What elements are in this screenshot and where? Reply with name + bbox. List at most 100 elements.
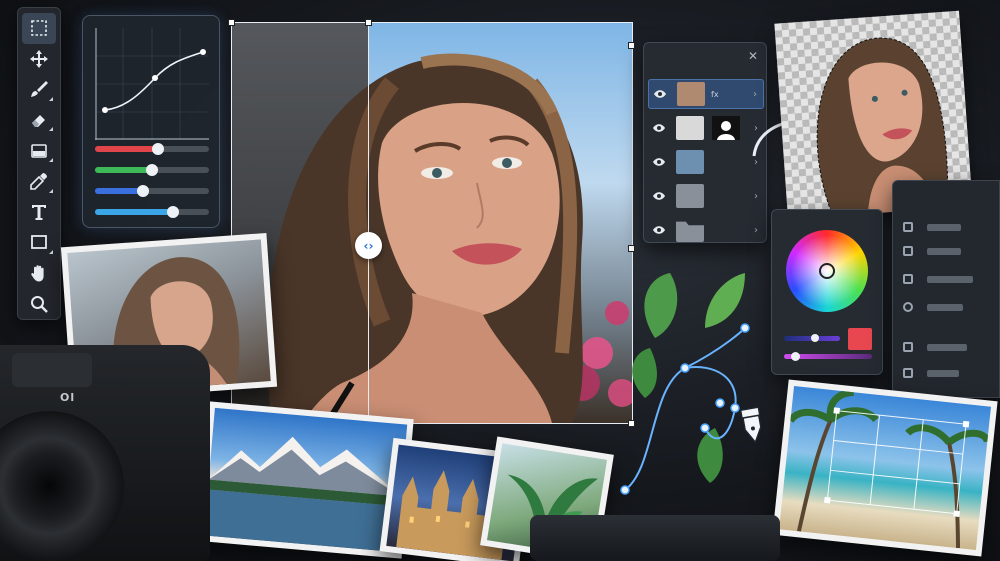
eye-icon[interactable] bbox=[648, 191, 670, 201]
eyedropper-icon bbox=[30, 173, 47, 191]
submenu-indicator bbox=[49, 188, 53, 193]
pen-nib-icon bbox=[739, 406, 762, 444]
adjustments-panel bbox=[82, 15, 220, 228]
brush-icon bbox=[31, 81, 48, 98]
eye-icon[interactable] bbox=[649, 89, 671, 99]
color-picker-panel bbox=[771, 209, 883, 375]
property-row[interactable] bbox=[903, 245, 993, 257]
property-row[interactable] bbox=[903, 341, 993, 353]
zoom-tool[interactable] bbox=[22, 288, 56, 319]
submenu-indicator bbox=[49, 157, 53, 162]
hand-tool[interactable] bbox=[22, 258, 56, 289]
layer-folder[interactable]: › bbox=[648, 215, 764, 245]
camera-label: Ol bbox=[60, 391, 76, 404]
property-row[interactable] bbox=[903, 367, 993, 379]
eye-icon[interactable] bbox=[648, 225, 670, 235]
blue-slider[interactable] bbox=[95, 185, 209, 197]
camera: Ol bbox=[0, 345, 210, 561]
submenu-indicator bbox=[49, 96, 53, 101]
red-slider[interactable] bbox=[95, 143, 209, 155]
anchor-point bbox=[680, 363, 690, 373]
layer-thumbnail bbox=[676, 184, 704, 208]
image-icon bbox=[903, 368, 913, 378]
property-row[interactable] bbox=[903, 221, 993, 233]
stamp-icon bbox=[903, 222, 913, 232]
slider-fill bbox=[95, 167, 152, 173]
chevron-right-icon[interactable]: › bbox=[753, 89, 757, 100]
before-after-handle[interactable]: ‹› bbox=[355, 232, 382, 259]
curves-graph[interactable] bbox=[95, 28, 209, 140]
layer-label: fx bbox=[711, 89, 719, 99]
anchor-point bbox=[620, 485, 630, 495]
beach-palms bbox=[787, 388, 991, 549]
anchor-point bbox=[715, 398, 725, 408]
chevron-right-icon[interactable]: › bbox=[754, 191, 758, 202]
tool-palette bbox=[17, 7, 61, 320]
curve-point bbox=[200, 49, 206, 55]
slider-fill bbox=[95, 146, 158, 152]
transform-handle-tr[interactable] bbox=[628, 42, 635, 49]
hue-slider-knob[interactable] bbox=[810, 334, 819, 342]
camera-lens bbox=[0, 411, 124, 561]
eye-icon[interactable] bbox=[648, 157, 670, 167]
type-tool[interactable] bbox=[22, 197, 56, 228]
shape-tool[interactable] bbox=[22, 227, 56, 258]
slider-knob[interactable] bbox=[166, 206, 179, 218]
marquee-icon bbox=[31, 20, 47, 37]
opacity-slider-knob[interactable] bbox=[790, 352, 800, 361]
gradient-icon bbox=[31, 143, 47, 158]
circle-icon bbox=[903, 302, 913, 312]
photo-card-beach[interactable] bbox=[772, 379, 998, 557]
mountain-landscape bbox=[203, 436, 401, 553]
layer-thumbnail bbox=[676, 150, 704, 174]
brush-tool[interactable] bbox=[22, 74, 56, 105]
folder-icon bbox=[676, 221, 704, 242]
move-tool[interactable] bbox=[22, 44, 56, 75]
opacity-slider[interactable] bbox=[784, 352, 872, 361]
dropper-tool[interactable] bbox=[22, 166, 56, 197]
move-icon bbox=[30, 49, 48, 68]
green-slider[interactable] bbox=[95, 164, 209, 176]
color-swatch[interactable] bbox=[848, 328, 872, 350]
leaf bbox=[632, 348, 657, 398]
desk-surface bbox=[530, 515, 780, 561]
property-row[interactable] bbox=[903, 273, 993, 285]
gradient-tool[interactable] bbox=[22, 135, 56, 166]
property-row[interactable] bbox=[903, 301, 993, 313]
transform-handle-tl[interactable] bbox=[228, 19, 235, 26]
hue-slider[interactable] bbox=[784, 334, 840, 342]
leaf bbox=[705, 273, 745, 328]
close-icon[interactable]: ✕ bbox=[748, 49, 758, 63]
slider-knob[interactable] bbox=[136, 185, 149, 197]
layer-blank[interactable]: › bbox=[648, 181, 764, 211]
stamp-icon bbox=[903, 274, 913, 284]
anchor-point bbox=[700, 423, 710, 433]
eye-icon[interactable] bbox=[648, 123, 670, 133]
hand-icon bbox=[31, 265, 44, 282]
leaf bbox=[644, 273, 678, 338]
slider-knob[interactable] bbox=[151, 143, 164, 155]
properties-panel bbox=[892, 180, 1000, 398]
slider-fill bbox=[95, 209, 173, 215]
pen-path-illustration[interactable] bbox=[615, 268, 785, 508]
layer-portrait[interactable]: fx › bbox=[648, 79, 764, 109]
transform-frame bbox=[231, 22, 633, 424]
rectangle-icon bbox=[31, 235, 47, 250]
eraser-tool[interactable] bbox=[22, 105, 56, 136]
anchor-point bbox=[740, 323, 750, 333]
layer-mask[interactable]: › bbox=[648, 113, 764, 143]
submenu-indicator bbox=[49, 127, 53, 132]
color-wheel-knob[interactable] bbox=[819, 263, 835, 279]
cyan-slider[interactable] bbox=[95, 206, 209, 218]
chevron-right-icon[interactable]: › bbox=[754, 225, 758, 236]
slider-knob[interactable] bbox=[146, 164, 158, 176]
curve-point bbox=[102, 107, 108, 113]
transform-handle-tm[interactable] bbox=[365, 19, 372, 26]
slider-fill bbox=[95, 188, 143, 194]
color-wheel[interactable] bbox=[786, 230, 868, 312]
layer-thumbnail bbox=[676, 116, 704, 140]
layer-landscape[interactable]: › bbox=[648, 147, 764, 177]
marquee-tool[interactable] bbox=[22, 13, 56, 44]
submenu-indicator bbox=[49, 249, 53, 254]
transform-handle-mr[interactable] bbox=[628, 245, 635, 252]
